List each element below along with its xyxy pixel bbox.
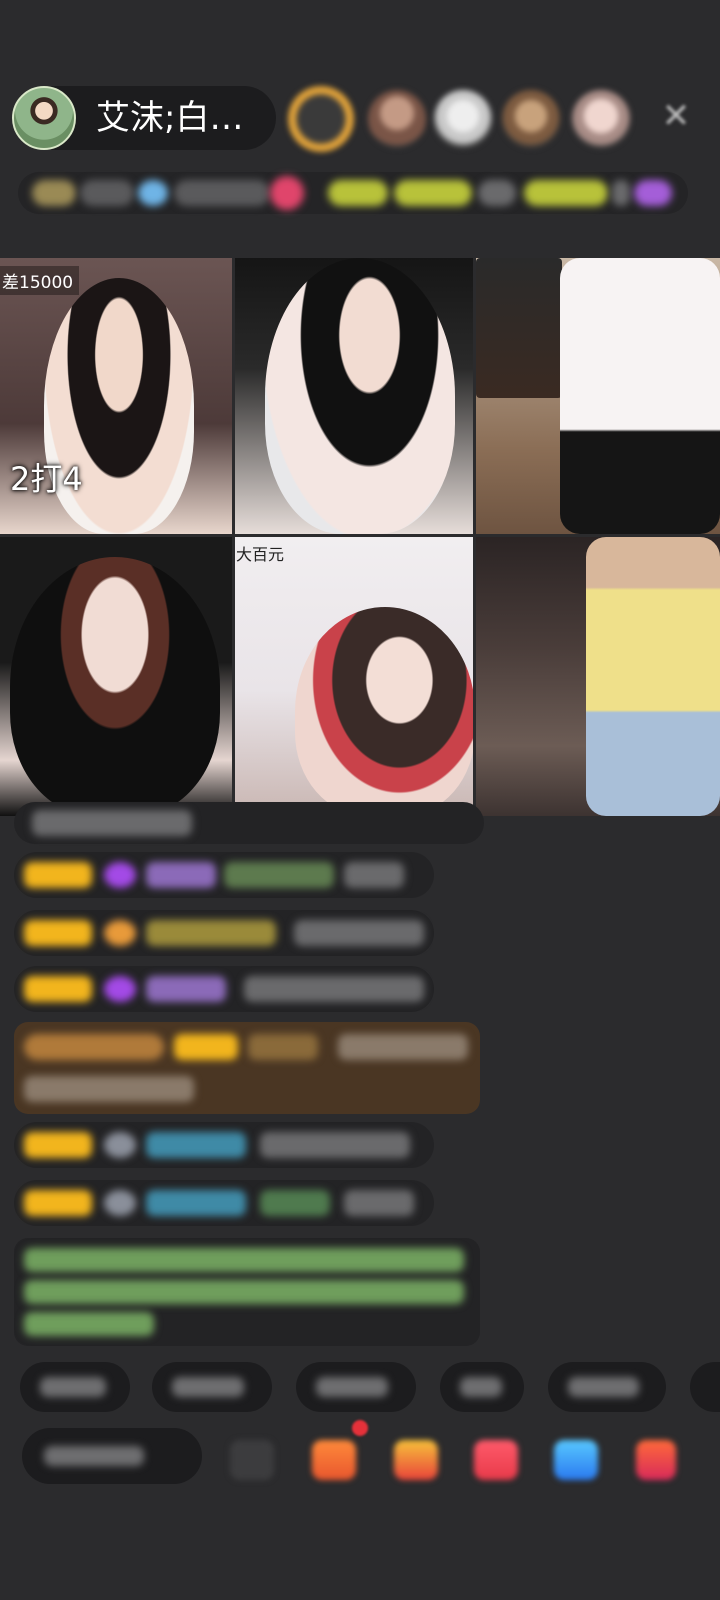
chat-message[interactable] bbox=[14, 910, 434, 956]
emoji-icon[interactable] bbox=[230, 1440, 274, 1480]
chat-username[interactable] bbox=[146, 1190, 246, 1216]
chat-message[interactable] bbox=[14, 1122, 434, 1168]
diamond-icon bbox=[104, 862, 136, 888]
chat-text bbox=[224, 862, 334, 888]
viewer-avatar-5[interactable] bbox=[572, 90, 630, 148]
viewer-avatar-3[interactable] bbox=[434, 90, 492, 148]
gift-icon[interactable] bbox=[634, 180, 672, 206]
pk-score-label: 2打4 bbox=[10, 460, 83, 498]
streamer-silhouette bbox=[10, 557, 220, 816]
level-badge[interactable] bbox=[24, 862, 92, 888]
rank-badge[interactable] bbox=[32, 180, 76, 206]
notice-text-line-3 bbox=[24, 1312, 154, 1336]
chat-text bbox=[260, 1132, 410, 1158]
host-name: 艾沫;白… bbox=[96, 98, 244, 138]
chat-username[interactable] bbox=[248, 1034, 318, 1060]
notification-dot bbox=[352, 1420, 368, 1436]
chat-message[interactable] bbox=[14, 966, 434, 1012]
viewer-avatar-4[interactable] bbox=[502, 90, 560, 148]
user-avatar-icon bbox=[104, 1190, 136, 1216]
host-avatar[interactable] bbox=[12, 86, 76, 150]
chat-text bbox=[294, 920, 424, 946]
chat-username[interactable] bbox=[146, 1132, 246, 1158]
heart-icon[interactable] bbox=[270, 176, 304, 210]
streamer-silhouette bbox=[295, 607, 473, 816]
video-cell-5[interactable] bbox=[235, 537, 473, 816]
quick-reply-2[interactable] bbox=[152, 1362, 272, 1412]
level-badge[interactable] bbox=[24, 1132, 92, 1158]
chat-message[interactable] bbox=[14, 802, 484, 844]
diamond-icon bbox=[104, 976, 136, 1002]
chat-message[interactable] bbox=[14, 852, 434, 898]
streamer-silhouette bbox=[560, 258, 720, 534]
noble-badge bbox=[24, 1034, 164, 1060]
room-info-row[interactable] bbox=[18, 172, 688, 214]
fan-club-icon bbox=[104, 920, 136, 946]
user-avatar-icon bbox=[104, 1132, 136, 1158]
chat-text bbox=[338, 1034, 468, 1060]
quick-reply-1[interactable] bbox=[20, 1362, 130, 1412]
system-notice bbox=[14, 1238, 480, 1346]
chat-text bbox=[32, 810, 192, 836]
chat-input[interactable] bbox=[22, 1428, 202, 1484]
pk-gap-label: 差15000 bbox=[0, 266, 80, 295]
announcement-chip-4[interactable] bbox=[524, 180, 608, 206]
announcement-chip-1[interactable] bbox=[328, 180, 388, 206]
host-info-pill[interactable]: 艾沫;白… bbox=[12, 86, 276, 150]
chat-username[interactable] bbox=[146, 920, 276, 946]
video-cell-2[interactable] bbox=[235, 258, 473, 534]
chat-text bbox=[244, 976, 424, 1002]
announcement-chip-3 bbox=[478, 180, 516, 206]
quick-reply-5[interactable] bbox=[548, 1362, 666, 1412]
bookshelf bbox=[476, 258, 562, 398]
notice-text-line-1 bbox=[24, 1248, 464, 1272]
pk-icon[interactable] bbox=[474, 1440, 518, 1480]
task-gift-icon[interactable] bbox=[312, 1440, 356, 1480]
notice-text-line-2 bbox=[24, 1280, 464, 1304]
level-badge[interactable] bbox=[24, 920, 92, 946]
rank-text bbox=[80, 180, 134, 206]
close-icon[interactable]: ✕ bbox=[660, 99, 692, 133]
chat-message[interactable] bbox=[14, 1180, 434, 1226]
quick-reply-3[interactable] bbox=[296, 1362, 416, 1412]
level-badge[interactable] bbox=[24, 1190, 92, 1216]
chat-message-highlight[interactable] bbox=[14, 1022, 480, 1114]
chat-username[interactable] bbox=[146, 976, 226, 1002]
chat-text bbox=[260, 1190, 330, 1216]
streamer-silhouette bbox=[265, 258, 455, 534]
more-chip bbox=[612, 180, 630, 206]
video-cell-6[interactable] bbox=[476, 537, 720, 816]
quick-reply-4[interactable] bbox=[440, 1362, 524, 1412]
share-icon[interactable] bbox=[554, 1440, 598, 1480]
video-cell-1[interactable]: 差15000 2打4 bbox=[0, 258, 232, 534]
announcement-chip-2[interactable] bbox=[394, 180, 472, 206]
video-cell-3[interactable] bbox=[476, 258, 720, 534]
level-badge[interactable] bbox=[174, 1034, 238, 1060]
viewer-avatar-1[interactable] bbox=[288, 86, 354, 152]
video-cell-4[interactable] bbox=[0, 537, 232, 816]
chat-text bbox=[24, 1076, 194, 1102]
chat-text bbox=[344, 862, 404, 888]
sticker-caption: 大百元 bbox=[236, 545, 285, 564]
quick-reply-6[interactable] bbox=[690, 1362, 720, 1412]
viewer-avatar-2[interactable] bbox=[368, 90, 426, 148]
lucky-gift-icon[interactable] bbox=[394, 1440, 438, 1480]
level-badge[interactable] bbox=[24, 976, 92, 1002]
gift-box-icon[interactable] bbox=[636, 1440, 676, 1480]
chat-text bbox=[344, 1190, 414, 1216]
fans-icon[interactable] bbox=[138, 180, 168, 206]
multi-guest-video-grid: 差15000 2打4 大百元 bbox=[0, 258, 720, 816]
chat-username[interactable] bbox=[146, 862, 216, 888]
fans-text bbox=[174, 180, 270, 206]
streamer-silhouette bbox=[586, 537, 720, 816]
